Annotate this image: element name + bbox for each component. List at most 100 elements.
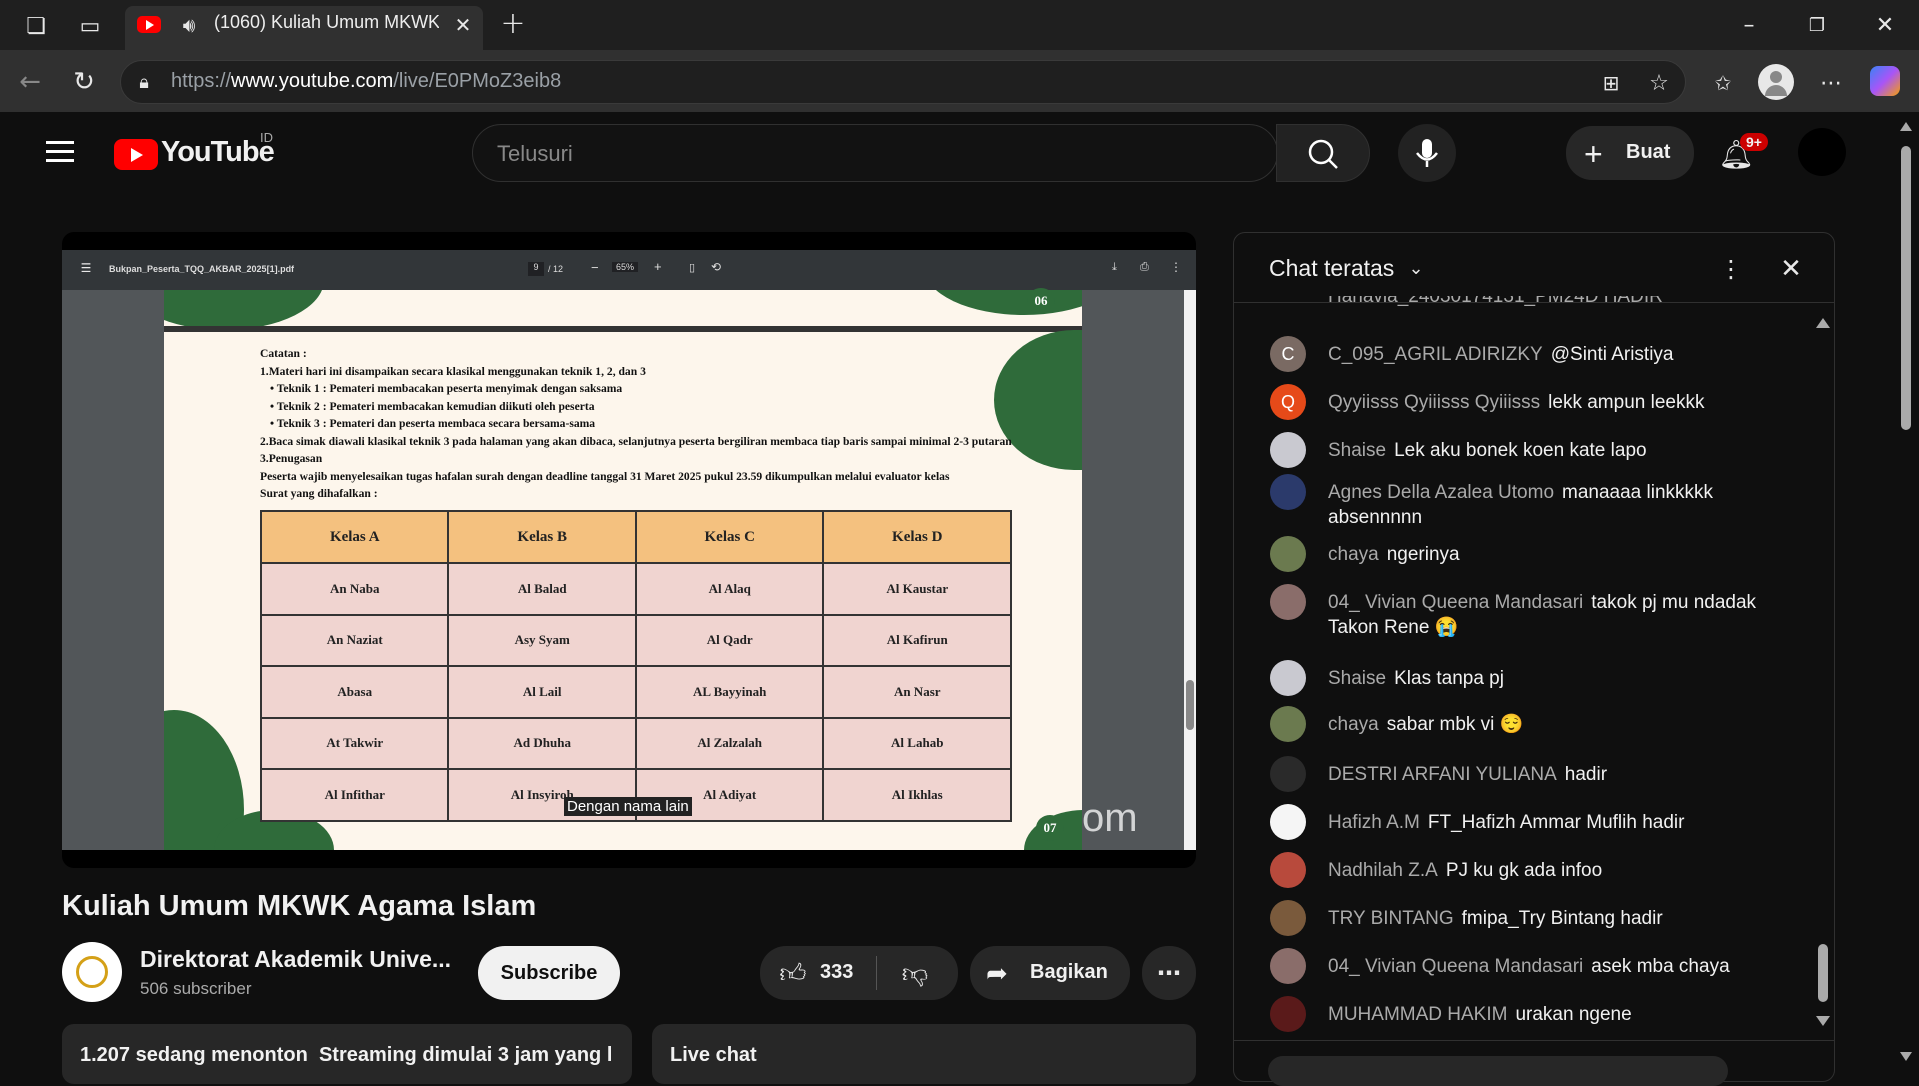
chat-author[interactable]: C_095_AGRIL ADIRIZKY: [1328, 344, 1543, 365]
chat-text: Klas tanpa pj: [1394, 668, 1504, 689]
url-host: www.youtube.com: [231, 70, 394, 92]
chat-avatar[interactable]: [1270, 474, 1306, 510]
chat-scroll-down-icon[interactable]: [1816, 1016, 1830, 1028]
chat-cut-text: Hanavia_24030174131_PM24D HADIR: [1328, 296, 1663, 307]
chat-author[interactable]: MUHAMMAD HAKIM: [1328, 1004, 1507, 1025]
chat-avatar[interactable]: [1270, 584, 1306, 620]
chat-author[interactable]: Shaise: [1328, 668, 1386, 689]
pdf-zoom-out-icon: −: [591, 260, 599, 275]
refresh-icon[interactable]: ↻: [68, 66, 100, 98]
channel-avatar[interactable]: [62, 942, 122, 1002]
close-chat-icon[interactable]: ✕: [1776, 254, 1806, 284]
chat-author[interactable]: Shaise: [1328, 440, 1386, 461]
chat-text: urakan ngene: [1515, 1004, 1632, 1025]
search-button[interactable]: [1276, 124, 1370, 182]
note-line: • Teknik 3 : Pemateri dan peserta membac…: [270, 417, 596, 430]
more-browser-icon[interactable]: ⋯: [1816, 68, 1846, 98]
chat-footer-divider: [1234, 1040, 1834, 1041]
pdf-menu-icon: ☰: [80, 261, 92, 275]
app-available-icon[interactable]: ⊞: [1596, 68, 1626, 98]
hamburger-menu-icon[interactable]: [46, 141, 74, 163]
pdf-page-number-bottom: 07: [1036, 815, 1064, 841]
chat-header[interactable]: Chat teratas: [1269, 255, 1394, 282]
note-line: Surat yang dihafalkan :: [260, 487, 378, 500]
speaker-icon[interactable]: 🔊︎: [174, 10, 204, 40]
chat-avatar[interactable]: [1270, 660, 1306, 696]
table-header: Kelas B: [447, 510, 637, 564]
chat-avatar[interactable]: [1270, 852, 1306, 888]
chat-author[interactable]: DESTRI ARFANI YULIANA: [1328, 764, 1557, 785]
table-cell: An Naba: [259, 562, 450, 616]
plus-icon: +: [1584, 136, 1603, 172]
table-cell: Al Lail: [447, 665, 637, 719]
microphone-icon: [1416, 139, 1438, 167]
chat-input[interactable]: [1268, 1056, 1728, 1086]
chat-avatar[interactable]: [1270, 756, 1306, 792]
chat-message-body: Nadhilah Z.A PJ ku gk ada infoo: [1328, 858, 1808, 883]
profile-icon[interactable]: [1758, 64, 1794, 100]
lock-icon[interactable]: 🔒︎: [132, 68, 156, 96]
chat-author[interactable]: chaya: [1328, 714, 1379, 735]
view-stats: 1.207 sedang menonton Streaming dimulai …: [80, 1044, 620, 1067]
account-avatar[interactable]: [1798, 128, 1846, 176]
chat-text: lekk ampun leekkk: [1548, 392, 1705, 413]
share-button[interactable]: ➦ Bagikan: [970, 946, 1130, 1000]
chat-avatar[interactable]: [1270, 996, 1306, 1032]
close-tab-icon[interactable]: ✕: [450, 12, 476, 38]
chat-author[interactable]: Hafizh A.M: [1328, 812, 1420, 833]
chat-author[interactable]: 04_ Vivian Queena Mandasari: [1328, 592, 1583, 613]
create-button[interactable]: + Buat: [1566, 126, 1694, 180]
table-header: Kelas A: [259, 510, 450, 564]
more-actions-icon[interactable]: ⋯: [1142, 946, 1196, 1000]
chat-scroll-up-icon[interactable]: [1816, 318, 1830, 330]
chevron-down-icon[interactable]: ⌄: [1404, 254, 1428, 282]
chat-avatar[interactable]: [1270, 804, 1306, 840]
table-header: Kelas C: [634, 510, 825, 564]
chat-author[interactable]: chaya: [1328, 544, 1379, 565]
table-cell: Asy Syam: [447, 613, 637, 667]
youtube-favicon-icon: [137, 16, 161, 33]
chat-avatar[interactable]: [1270, 432, 1306, 468]
url-text[interactable]: https://www.youtube.com/live/E0PMoZ3eib8: [171, 70, 561, 93]
chat-avatar[interactable]: C: [1270, 336, 1306, 372]
tab-actions-icon[interactable]: ▭: [74, 10, 106, 42]
table-header: Kelas D: [822, 510, 1012, 564]
subscribe-button[interactable]: Subscribe: [478, 946, 620, 1000]
chat-more-icon[interactable]: ⋮: [1718, 254, 1744, 284]
youtube-logo-text[interactable]: YouTube: [161, 136, 275, 169]
chat-avatar[interactable]: [1270, 706, 1306, 742]
voice-search-button[interactable]: [1398, 124, 1456, 182]
table-header-row: Kelas A Kelas B Kelas C Kelas D: [259, 510, 1012, 564]
search-placeholder: Telusuri: [497, 141, 573, 166]
dislike-button-icon[interactable]: 👎︎: [898, 956, 932, 990]
pdf-page-total: / 12: [548, 264, 564, 274]
chat-author[interactable]: Nadhilah Z.A: [1328, 860, 1438, 881]
chat-scrollbar-thumb[interactable]: [1818, 944, 1828, 1002]
like-button-icon[interactable]: 👍︎: [776, 956, 810, 990]
channel-name[interactable]: Direktorat Akademik Unive...: [140, 946, 451, 973]
chat-author[interactable]: 04_ Vivian Queena Mandasari: [1328, 956, 1583, 977]
chat-author[interactable]: TRY BINTANG: [1328, 908, 1454, 929]
favorites-icon[interactable]: ✩: [1708, 68, 1738, 98]
chat-avatar[interactable]: [1270, 948, 1306, 984]
video-caption: Dengan nama lain: [564, 797, 692, 816]
copilot-icon[interactable]: [1870, 66, 1900, 96]
minimize-icon[interactable]: –: [1734, 10, 1764, 40]
new-tab-icon[interactable]: +: [498, 6, 528, 41]
note-line: 3.Penugasan: [260, 452, 323, 465]
youtube-logo-icon[interactable]: [114, 139, 158, 170]
page-scrollbar[interactable]: [1892, 112, 1919, 1074]
search-input[interactable]: [472, 124, 1278, 182]
chat-avatar[interactable]: [1270, 536, 1306, 572]
chat-author[interactable]: Agnes Della Azalea Utomo: [1328, 482, 1554, 503]
chat-avatar[interactable]: Q: [1270, 384, 1306, 420]
notification-badge: 9+: [1740, 133, 1768, 151]
back-icon[interactable]: ←: [14, 66, 46, 98]
restore-icon[interactable]: ❐: [1802, 10, 1832, 40]
close-window-icon[interactable]: ✕: [1870, 10, 1900, 40]
chat-avatar[interactable]: [1270, 900, 1306, 936]
workspaces-icon[interactable]: ❏: [20, 10, 52, 42]
favorite-star-icon[interactable]: ☆: [1644, 68, 1674, 98]
chat-author[interactable]: Qyyiisss Qyiiisss Qyiiisss: [1328, 392, 1540, 413]
pdf-more-icon: ⋮: [1170, 260, 1182, 274]
